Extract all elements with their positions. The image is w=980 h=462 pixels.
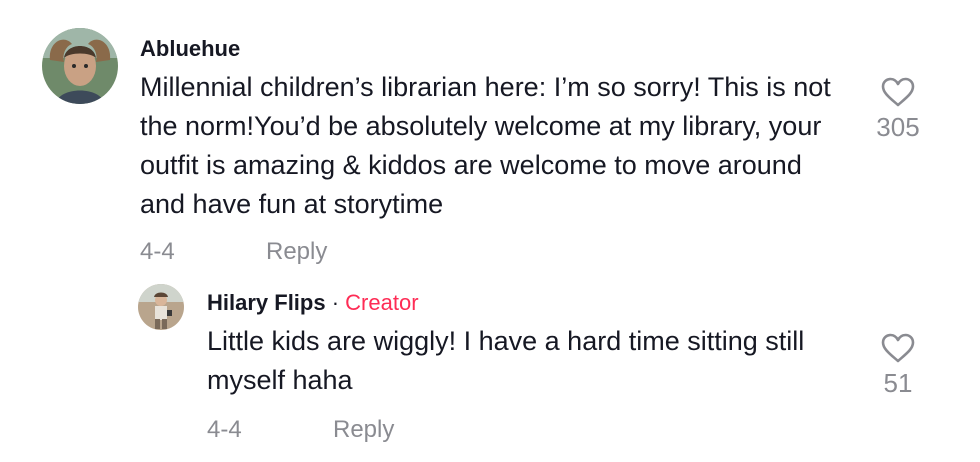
reply-like: 51 [863,332,933,399]
reply-text: Little kids are wiggly! I have a hard ti… [207,326,805,395]
reply-username[interactable]: Hilary Flips [207,290,326,315]
comment-like: 305 [863,76,933,143]
separator: · [325,290,346,315]
reply-like-count: 51 [883,368,913,398]
reply-comment: Hilary Flips · Creator Little kids are w… [0,280,980,462]
avatar-image [42,28,118,104]
comment: Abluehue Millennial children’s librarian… [0,0,980,280]
heart-outline-icon[interactable] [880,332,916,364]
reply-reply-button[interactable]: Reply [333,416,394,444]
reply-date: 4-4 [207,416,242,443]
avatar-image [138,284,184,330]
comment-date: 4-4 [140,238,175,265]
comment-username[interactable]: Abluehue [140,36,240,62]
reply-username-row: Hilary Flips · Creator [207,290,419,316]
comment-text: Millennial children’s librarian here: I’… [140,72,831,219]
heart-outline-icon[interactable] [880,76,916,108]
comment-reply-button[interactable]: Reply [266,238,327,266]
comment-like-count: 305 [876,112,920,142]
avatar[interactable] [42,28,118,104]
avatar[interactable] [138,284,184,330]
creator-badge: Creator [345,290,419,315]
